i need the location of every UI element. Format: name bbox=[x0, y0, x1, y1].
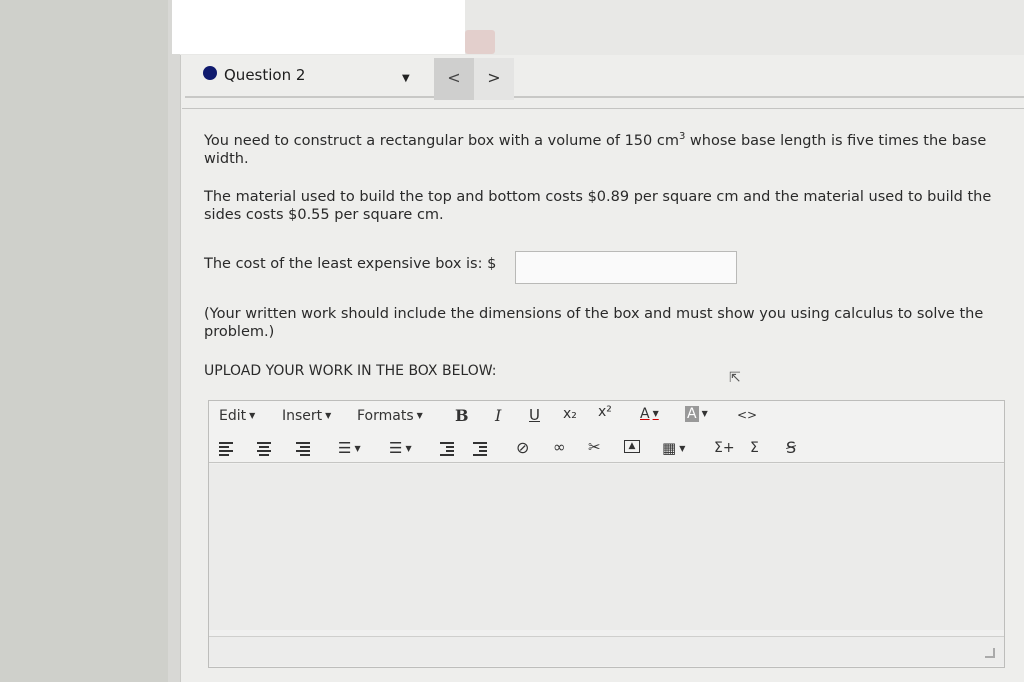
formats-menu[interactable]: Formats ▼ bbox=[357, 408, 423, 424]
background-color-label: A bbox=[685, 406, 699, 422]
question-title[interactable]: Question 2 bbox=[224, 66, 305, 84]
question-status-dot bbox=[203, 66, 217, 80]
redacted-area bbox=[172, 0, 465, 54]
chevron-down-icon: ▼ bbox=[701, 409, 708, 418]
outdent-icon[interactable] bbox=[440, 442, 454, 456]
problem-paragraph-2: The material used to build the top and b… bbox=[204, 189, 992, 223]
chevron-down-icon: ▼ bbox=[652, 409, 659, 418]
chevron-down-icon[interactable]: ▼ bbox=[402, 73, 410, 84]
editor-statusbar bbox=[209, 636, 1004, 666]
sum-button[interactable]: Σ bbox=[750, 440, 759, 456]
background-left-edge bbox=[168, 0, 180, 682]
font-color-label: A bbox=[640, 406, 650, 422]
align-center-icon[interactable] bbox=[257, 442, 271, 456]
edit-menu[interactable]: Edit ▼ bbox=[219, 408, 255, 424]
indent-icon[interactable] bbox=[473, 442, 487, 456]
bold-button[interactable]: B bbox=[455, 406, 469, 425]
insert-menu[interactable]: Insert ▼ bbox=[282, 408, 331, 424]
chevron-down-icon: ▼ bbox=[354, 444, 361, 453]
answer-label: The cost of the least expensive box is: … bbox=[204, 256, 497, 272]
next-question-button[interactable]: > bbox=[474, 58, 514, 100]
chevron-down-icon: ▼ bbox=[679, 444, 686, 453]
underline-button[interactable]: U bbox=[529, 406, 540, 424]
formats-menu-label: Formats bbox=[357, 408, 414, 424]
bullet-list-icon[interactable]: ☰ ▼ bbox=[338, 439, 361, 457]
mouse-cursor-icon: ⇱ bbox=[729, 370, 741, 386]
italic-button[interactable]: I bbox=[495, 406, 501, 425]
font-color-button[interactable]: A ▼ bbox=[640, 406, 659, 422]
background-left bbox=[0, 0, 178, 682]
align-right-icon[interactable] bbox=[296, 442, 310, 456]
chevron-down-icon: ▼ bbox=[405, 444, 412, 453]
chevron-down-icon: ▼ bbox=[249, 411, 256, 420]
divider bbox=[182, 108, 1024, 109]
attachment-icon[interactable]: ⊘ bbox=[516, 438, 529, 457]
numbered-list-icon[interactable]: ☰ ▼ bbox=[389, 439, 412, 457]
image-icon[interactable]: ▲ bbox=[624, 440, 640, 453]
problem-paragraph-4: (Your written work should include the di… bbox=[204, 306, 984, 340]
background-color-button[interactable]: A ▼ bbox=[685, 406, 708, 422]
special-characters-button[interactable]: Ꞩ bbox=[786, 438, 796, 457]
equation-editor-button[interactable]: Σ+ bbox=[714, 440, 735, 456]
chevron-down-icon: ▼ bbox=[325, 411, 332, 420]
problem-paragraph-1: You need to construct a rectangular box … bbox=[204, 128, 1014, 168]
chevron-down-icon: ▼ bbox=[416, 411, 423, 420]
unlink-icon[interactable]: ✂ bbox=[588, 438, 601, 456]
link-icon[interactable]: ∞ bbox=[553, 438, 566, 456]
edit-menu-label: Edit bbox=[219, 408, 247, 424]
header-icon bbox=[465, 30, 495, 54]
resize-handle-icon[interactable] bbox=[985, 648, 995, 658]
upload-label: UPLOAD YOUR WORK IN THE BOX BELOW: bbox=[204, 363, 497, 379]
superscript-button[interactable]: x² bbox=[598, 404, 612, 420]
table-icon[interactable]: ▦ ▼ bbox=[662, 439, 685, 457]
editor-content-area[interactable] bbox=[209, 464, 1004, 630]
question-bar bbox=[185, 58, 1024, 98]
prev-question-button[interactable]: < bbox=[434, 58, 474, 100]
problem-text-1a: You need to construct a rectangular box … bbox=[204, 132, 679, 149]
align-left-icon[interactable] bbox=[219, 442, 233, 456]
answer-input[interactable] bbox=[515, 251, 737, 284]
subscript-button[interactable]: x₂ bbox=[563, 406, 577, 422]
source-code-button[interactable]: <> bbox=[737, 408, 757, 422]
insert-menu-label: Insert bbox=[282, 408, 323, 424]
